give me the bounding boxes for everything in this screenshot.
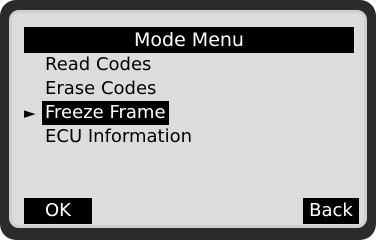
menu-item-label: Read Codes xyxy=(45,54,152,75)
menu-item-label: ECU Information xyxy=(45,126,193,147)
selection-pointer-icon: ► xyxy=(24,104,36,122)
menu-title: Mode Menu xyxy=(24,27,354,53)
back-button[interactable]: Back xyxy=(303,198,359,224)
mode-menu-list: Read Codes Erase Codes ► Freeze Frame EC… xyxy=(24,53,195,149)
scanner-device: Mode Menu Read Codes Erase Codes ► Freez… xyxy=(0,0,376,240)
ok-button[interactable]: OK xyxy=(24,198,92,224)
menu-item-ecu-information[interactable]: ECU Information xyxy=(24,125,195,149)
lcd-screen: Mode Menu Read Codes Erase Codes ► Freez… xyxy=(9,10,367,228)
menu-item-read-codes[interactable]: Read Codes xyxy=(24,53,195,77)
menu-item-label: Freeze Frame xyxy=(42,101,169,125)
menu-item-freeze-frame[interactable]: ► Freeze Frame xyxy=(24,101,195,125)
menu-item-label: Erase Codes xyxy=(45,78,157,99)
menu-item-erase-codes[interactable]: Erase Codes xyxy=(24,77,195,101)
